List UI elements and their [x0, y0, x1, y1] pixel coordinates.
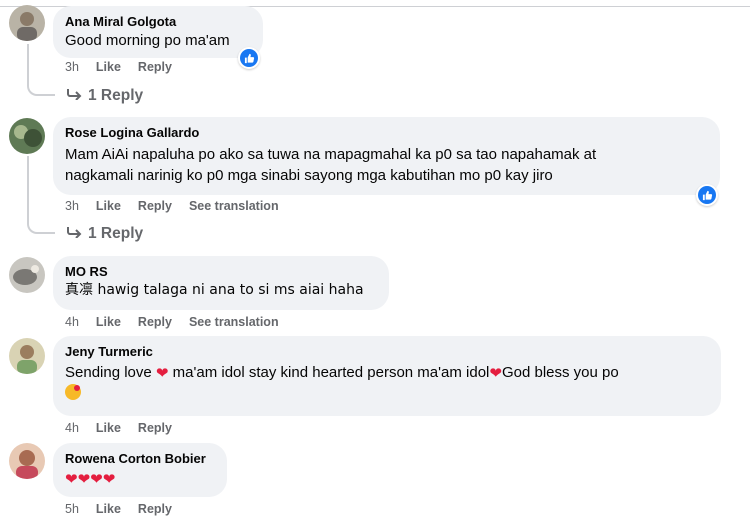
comment-bubble: MO RS 真凛 hawig talaga ni ana to si ms ai… — [53, 256, 389, 310]
like-icon — [702, 190, 712, 200]
like-button[interactable]: Like — [96, 501, 121, 517]
comment-text-part: Sending love — [65, 364, 156, 381]
comment-bubble: Jeny Turmeric Sending love ❤ ma'am idol … — [53, 336, 721, 416]
comment-bubble: Rose Logina Gallardo Mam AiAi napaluha p… — [53, 117, 720, 195]
comment-time[interactable]: 3h — [65, 198, 79, 214]
red-heart-icon: ❤ — [102, 470, 116, 488]
like-button[interactable]: Like — [96, 314, 121, 330]
avatar[interactable] — [9, 443, 45, 479]
comment-actions: 3h Like Reply — [65, 59, 189, 75]
red-heart-icon: ❤ — [90, 470, 103, 488]
comment-author[interactable]: Rowena Corton Bobier — [65, 451, 215, 467]
reply-button[interactable]: Reply — [138, 420, 172, 436]
reaction-badge[interactable] — [238, 47, 260, 69]
see-translation-button[interactable]: See translation — [189, 314, 279, 330]
avatar[interactable] — [9, 338, 45, 374]
reply-button[interactable]: Reply — [138, 198, 172, 214]
comment-bubble: Rowena Corton Bobier ❤❤❤❤ — [53, 443, 227, 497]
like-icon — [244, 53, 254, 63]
comment-text: Good morning po ma'am — [65, 32, 230, 49]
comment-author[interactable]: Rose Logina Gallardo — [65, 125, 708, 141]
comment-text: Sending love ❤ ma'am idol stay kind hear… — [65, 362, 709, 383]
reaction-badge[interactable] — [696, 184, 718, 206]
view-replies-label: 1 Reply — [88, 87, 144, 104]
comment-text: nagkamali narinig ko p0 mga sinabi sayon… — [65, 167, 553, 184]
comment-actions: 4h Like Reply — [65, 420, 189, 436]
red-heart-icon: ❤ — [155, 364, 169, 382]
comment-text: Mam AiAi napaluha po ako sa tuwa na mapa… — [65, 146, 597, 163]
avatar[interactable] — [9, 5, 45, 41]
comment-text-part: God bless you po — [501, 364, 619, 381]
comment-author[interactable]: Ana Miral Golgota — [65, 14, 251, 30]
thread-line — [27, 156, 55, 234]
view-replies-link[interactable]: 1 Reply — [66, 224, 143, 244]
red-heart-icon: ❤ — [489, 364, 502, 382]
like-button[interactable]: Like — [96, 59, 121, 75]
comment-actions: 4h Like Reply See translation — [65, 314, 296, 330]
see-translation-button[interactable]: See translation — [189, 198, 279, 214]
like-button[interactable]: Like — [96, 420, 121, 436]
reply-button[interactable]: Reply — [138, 314, 172, 330]
comment-text: ❤❤❤❤ — [65, 468, 215, 489]
comment-time[interactable]: 5h — [65, 501, 79, 517]
comment-time[interactable]: 3h — [65, 59, 79, 75]
comment-actions: 5h Like Reply — [65, 501, 189, 517]
comment-text-part: ma'am idol stay kind hearted person ma'a… — [168, 364, 490, 381]
comment-text: 真凛 hawig talaga ni ana to si ms aiai hah… — [65, 282, 364, 298]
thread-line — [27, 44, 55, 96]
red-heart-icon: ❤ — [77, 470, 91, 488]
avatar[interactable] — [9, 118, 45, 154]
view-replies-label: 1 Reply — [88, 225, 144, 242]
comment-time[interactable]: 4h — [65, 314, 79, 330]
like-button[interactable]: Like — [96, 198, 121, 214]
comment-bubble: Ana Miral Golgota Good morning po ma'am — [53, 6, 263, 58]
reply-button[interactable]: Reply — [138, 501, 172, 517]
comment-time[interactable]: 4h — [65, 420, 79, 436]
comment-author[interactable]: Jeny Turmeric — [65, 344, 709, 360]
red-heart-icon: ❤ — [65, 470, 78, 488]
reply-arrow-icon — [67, 227, 82, 238]
comment-actions: 3h Like Reply See translation — [65, 198, 296, 214]
face-blowing-kiss-icon — [65, 384, 81, 400]
comment-author[interactable]: MO RS — [65, 264, 377, 280]
reply-button[interactable]: Reply — [138, 59, 172, 75]
comment-text — [65, 383, 709, 404]
reply-arrow-icon — [67, 89, 82, 100]
view-replies-link[interactable]: 1 Reply — [66, 86, 143, 106]
avatar[interactable] — [9, 257, 45, 293]
